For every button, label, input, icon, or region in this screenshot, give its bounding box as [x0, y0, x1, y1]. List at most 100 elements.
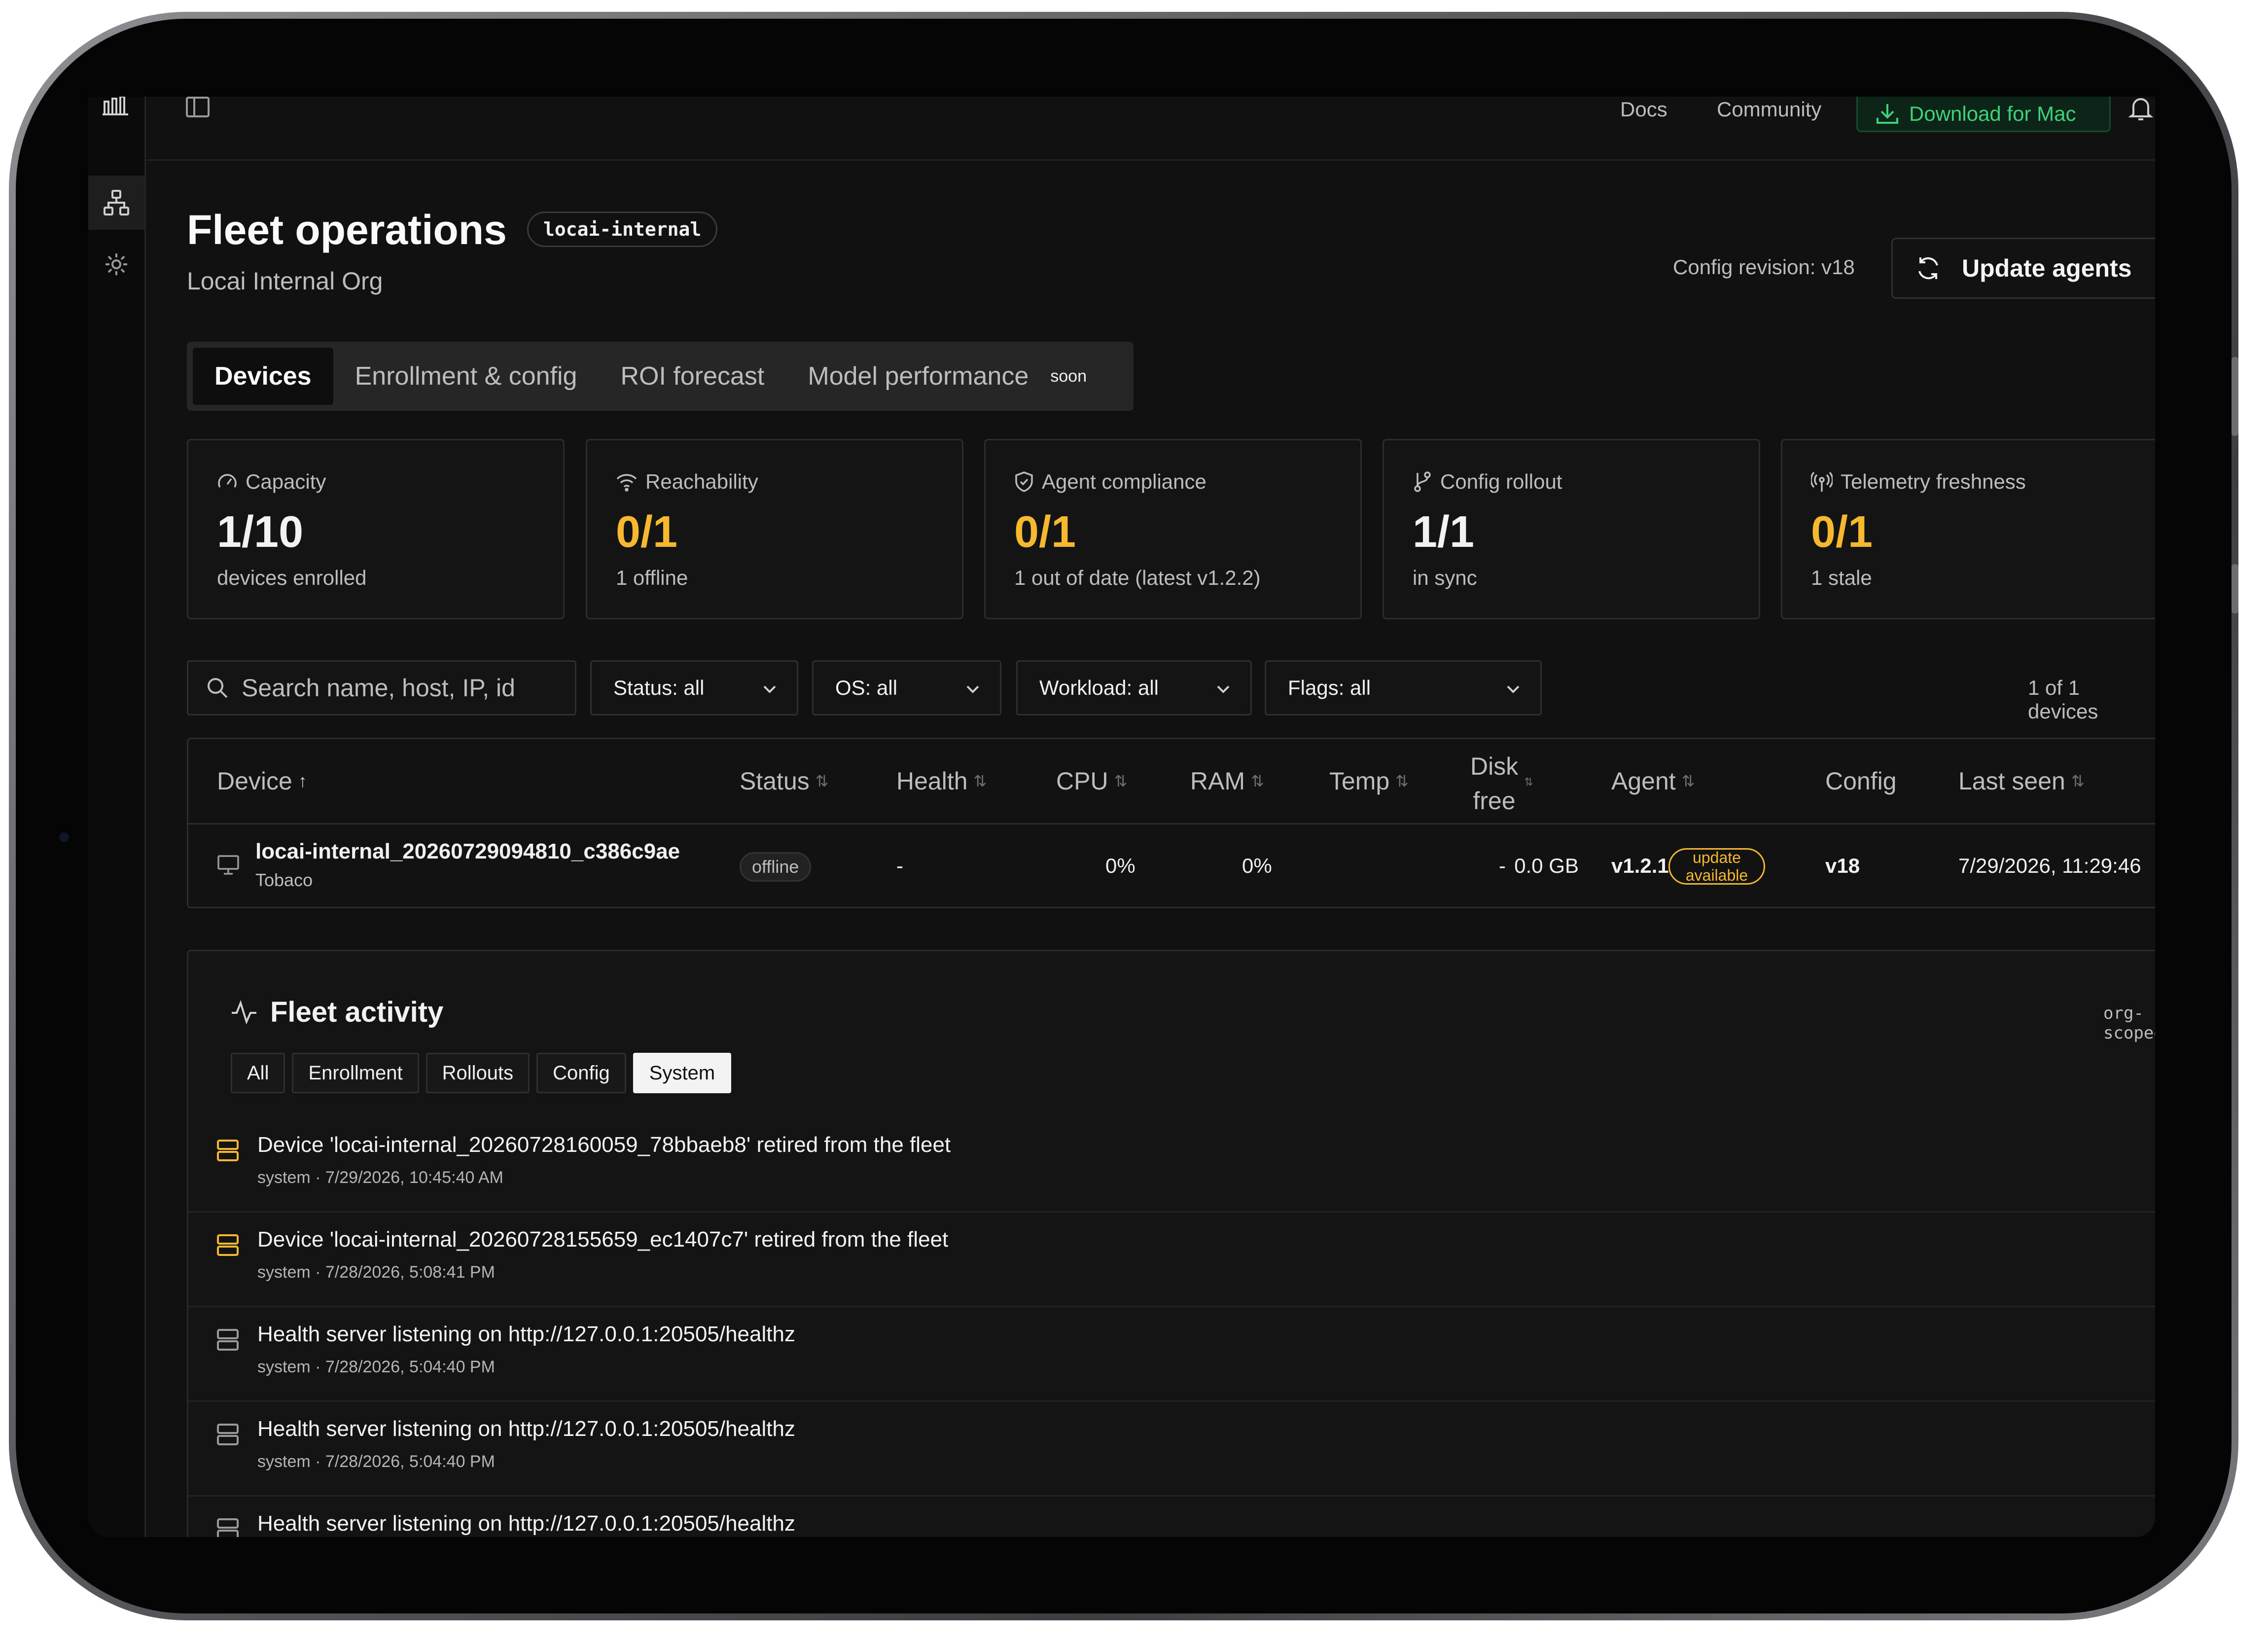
stat-label-text: Telemetry freshness: [1841, 470, 2026, 493]
list-item[interactable]: Health server listening on http://127.0.…: [188, 1497, 2155, 1537]
cpu-value: 0%: [1105, 854, 1135, 877]
server-icon: [216, 1139, 240, 1165]
col-config[interactable]: Config: [1825, 767, 1897, 795]
git-branch-icon: [1414, 471, 1431, 492]
shield-check-icon: [1015, 471, 1033, 492]
wifi-icon: [616, 474, 637, 492]
sort-icon: ⇅: [2071, 772, 2085, 790]
tab-enrollment-config[interactable]: Enrollment & config: [333, 348, 599, 405]
tab-label: Enrollment & config: [354, 362, 577, 391]
workload-filter-select[interactable]: Workload: all: [1016, 660, 1252, 716]
chip-rollouts[interactable]: Rollouts: [425, 1053, 530, 1093]
device-name[interactable]: locai-internal_20260729094810_c386c9ae: [255, 839, 680, 864]
col-cpu[interactable]: CPU ⇅: [1056, 767, 1127, 795]
tab-label: Devices: [214, 362, 312, 391]
stat-label: Reachability: [616, 470, 758, 494]
flags-filter-select[interactable]: Flags: all: [1265, 660, 1542, 716]
stat-card-reachability: Reachability 0/1 1 offline: [586, 439, 963, 619]
org-tag: locai-internal: [527, 212, 718, 247]
col-label: RAM: [1190, 767, 1245, 795]
chevron-down-icon: [1507, 685, 1520, 693]
chevron-down-icon: [763, 685, 776, 693]
stat-value: 1/10: [217, 507, 304, 557]
disk-value: 0.0 GB: [1514, 854, 1579, 877]
chip-enrollment[interactable]: Enrollment: [292, 1053, 419, 1093]
update-agents-button[interactable]: Update agents: [1891, 238, 2155, 299]
col-last-seen[interactable]: Last seen ⇅: [1958, 767, 2085, 795]
col-label: Health: [896, 767, 968, 795]
sort-icon: ⇅: [1251, 772, 1264, 790]
stat-sub: 1 offline: [616, 566, 688, 589]
main-content: Fleet operations locai-internal Locai In…: [88, 97, 2155, 1537]
status-filter-select[interactable]: Status: all: [590, 660, 798, 716]
tab-devices[interactable]: Devices: [193, 348, 333, 405]
stat-card-telemetry-freshness: Telemetry freshness 0/1 1 stale: [1781, 439, 2155, 619]
stat-label-text: Config rollout: [1440, 470, 1562, 493]
tab-model-performance[interactable]: Model performance soon: [786, 348, 1108, 405]
sort-icon: ⇅: [815, 772, 829, 790]
chip-all[interactable]: All: [231, 1053, 285, 1093]
refresh-icon: [1918, 257, 1938, 280]
list-item[interactable]: Health server listening on http://127.0.…: [188, 1307, 2155, 1402]
devices-table: Device ↑ Status ⇅ Health ⇅ CPU ⇅ RAM ⇅ Temp ⇅ …: [187, 738, 2155, 908]
stat-sub: in sync: [1413, 566, 1477, 589]
chip-system[interactable]: System: [633, 1053, 732, 1093]
app-screen: Docs Community Download for Mac Fleet op…: [88, 97, 2155, 1537]
col-label: Status: [740, 767, 810, 795]
event-meta: system · 7/29/2026, 10:45:40 AM: [257, 1168, 503, 1187]
stat-sub: 1 stale: [1811, 566, 1872, 589]
arrow-up-icon: ↑: [298, 771, 307, 791]
badge-line: available: [1685, 866, 1748, 884]
device-count: 1 of 1 devices: [2028, 676, 2098, 723]
list-item[interactable]: Device 'locai-internal_20260728155659_ec…: [188, 1213, 2155, 1307]
stat-label-text: Agent compliance: [1042, 470, 1206, 493]
col-label: Last seen: [1958, 767, 2065, 795]
device-host: Tobaco: [255, 870, 313, 890]
chip-config[interactable]: Config: [536, 1053, 626, 1093]
sort-icon: ⇅: [1395, 772, 1409, 790]
workload-filter-label: Workload: all: [1039, 676, 1159, 699]
page-title: Fleet operations: [187, 207, 507, 253]
camera: [59, 832, 69, 842]
col-label: Disk free: [1470, 749, 1518, 818]
col-health[interactable]: Health ⇅: [896, 767, 987, 795]
table-header: Device ↑ Status ⇅ Health ⇅ CPU ⇅ RAM ⇅ Temp ⇅ …: [188, 739, 2155, 824]
col-label-line: Disk: [1470, 752, 1519, 780]
col-device[interactable]: Device ↑: [217, 767, 307, 795]
col-ram[interactable]: RAM ⇅: [1190, 767, 1264, 795]
sort-icon: ⇅: [1114, 772, 1128, 790]
agent-version: v1.2.1: [1611, 854, 1669, 877]
list-item[interactable]: Device 'locai-internal_20260728160059_78…: [188, 1118, 2155, 1213]
sort-icon: ⇅: [1524, 776, 1533, 788]
table-row[interactable]: locai-internal_20260729094810_c386c9ae T…: [188, 824, 2155, 908]
last-seen-value: 7/29/2026, 11:29:46: [1958, 854, 2141, 877]
col-label: Config: [1825, 767, 1897, 795]
col-agent[interactable]: Agent ⇅: [1611, 767, 1695, 795]
status-badge: offline: [740, 852, 812, 882]
stat-sub: devices enrolled: [217, 566, 367, 589]
chevron-down-icon: [966, 685, 979, 693]
hardware-button: [2232, 357, 2238, 436]
col-disk-free[interactable]: Disk free ⇅: [1470, 749, 1533, 818]
col-label: Temp: [1329, 767, 1390, 795]
col-status[interactable]: Status ⇅: [740, 767, 829, 795]
org-name: Locai Internal Org: [187, 267, 383, 295]
event-meta: system · 7/28/2026, 5:04:40 PM: [257, 1358, 495, 1376]
event-text: Device 'locai-internal_20260728155659_ec…: [257, 1227, 949, 1252]
hardware-button: [2232, 564, 2238, 613]
stat-label-text: Reachability: [645, 470, 758, 493]
search-placeholder: Search name, host, IP, id: [242, 674, 515, 702]
tab-roi-forecast[interactable]: ROI forecast: [599, 348, 786, 405]
list-item[interactable]: Health server listening on http://127.0.…: [188, 1402, 2155, 1497]
event-meta: system · 7/28/2026, 5:04:40 PM: [257, 1452, 495, 1471]
col-label: Agent: [1611, 767, 1676, 795]
stat-value: 0/1: [1014, 507, 1076, 557]
activity-title: Fleet activity: [231, 996, 443, 1029]
server-icon: [216, 1233, 240, 1259]
event-text: Health server listening on http://127.0.…: [257, 1322, 795, 1346]
os-filter-select[interactable]: OS: all: [812, 660, 1001, 716]
search-input[interactable]: Search name, host, IP, id: [187, 660, 576, 716]
col-temp[interactable]: Temp ⇅: [1329, 767, 1409, 795]
stat-card-capacity: Capacity 1/10 devices enrolled: [187, 439, 565, 619]
server-icon: [216, 1423, 240, 1449]
